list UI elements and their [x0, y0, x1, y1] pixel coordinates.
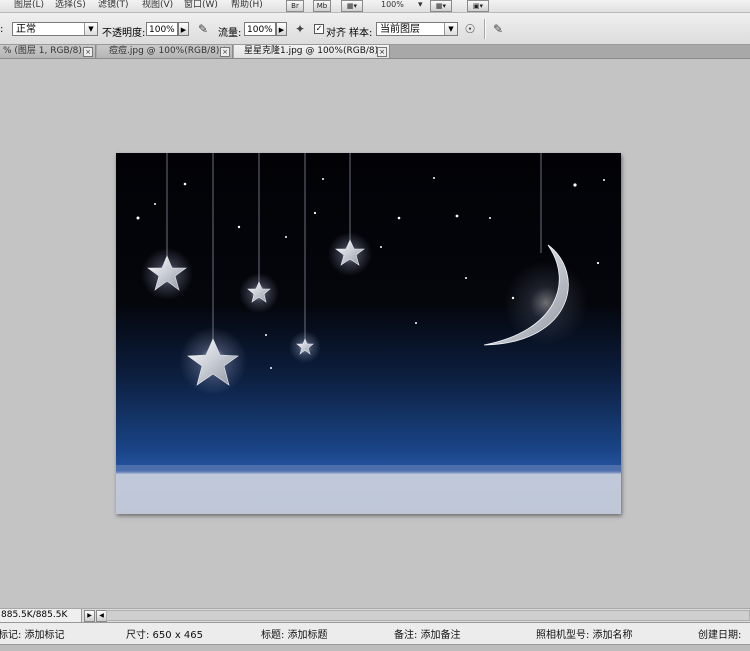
menu-bar: 图层(L) 选择(S) 滤镜(T) 视图(V) 窗口(W) 帮助(H) Br M…	[0, 0, 750, 13]
opacity-slider-button[interactable]: ▶	[178, 22, 189, 36]
menu-layer[interactable]: 图层(L)	[14, 0, 44, 10]
tab-label: 痘痘.jpg @ 100%(RGB/8) *	[109, 46, 227, 56]
info-menu-button[interactable]: ▶	[84, 610, 95, 622]
tab-pimple-document[interactable]: 痘痘.jpg @ 100%(RGB/8) * ×	[97, 45, 233, 58]
flow-label: 流量:	[218, 28, 242, 39]
status-size: 尺寸: 650 x 465	[126, 630, 203, 641]
mode-select[interactable]: 正常 ▼	[12, 22, 98, 36]
mode-value: 正常	[16, 24, 36, 35]
opacity-label: 不透明度:	[102, 28, 146, 39]
tab-label: 星星克隆1.jpg @ 100%(RGB/8)	[244, 46, 379, 56]
menu-filter[interactable]: 滤镜(T)	[98, 0, 129, 10]
tab-label: % (图层 1, RGB/8) *	[3, 46, 90, 56]
sample-value: 当前图层	[380, 24, 420, 35]
close-icon[interactable]: ×	[377, 47, 387, 57]
status-bar-edge	[0, 644, 750, 651]
status-mark[interactable]: 标记: 添加标记	[0, 626, 65, 641]
ignore-adjustment-layers-icon[interactable]: ☉	[462, 21, 478, 37]
tab-layer-document[interactable]: % (图层 1, RGB/8) * ×	[0, 45, 96, 58]
chevron-down-icon: ▼	[444, 23, 457, 35]
zoom-level[interactable]: 100%	[381, 0, 404, 10]
chevron-down-icon: ▼	[84, 23, 97, 35]
status-title[interactable]: 标题: 添加标题	[261, 626, 328, 641]
horizontal-scrollbar[interactable]	[106, 610, 750, 621]
document-tab-bar: % (图层 1, RGB/8) * × 痘痘.jpg @ 100%(RGB/8)…	[0, 45, 750, 59]
sample-label: 样本:	[349, 28, 373, 39]
tool-options-bar: : 正常 ▼ 不透明度: 100% ▶ ✎ 流量: 100% ▶ ✦ ✓ 对齐 …	[0, 13, 750, 45]
metadata-status-bar: 标记: 添加标记 尺寸: 650 x 465 标题: 添加标题 备注: 添加备注…	[0, 622, 750, 651]
menu-help[interactable]: 帮助(H)	[231, 0, 263, 10]
bridge-button[interactable]: Br	[286, 0, 304, 12]
document-canvas[interactable]	[116, 153, 621, 514]
toolbar-divider	[484, 19, 486, 39]
screen-mode-button[interactable]: ▣▾	[467, 0, 489, 12]
status-note[interactable]: 备注: 添加备注	[394, 626, 461, 641]
view-extras-button[interactable]: ▦▾	[341, 0, 363, 12]
close-icon[interactable]: ×	[220, 47, 230, 57]
status-camera[interactable]: 照相机型号: 添加名称	[536, 626, 633, 641]
align-label: 对齐	[326, 28, 346, 39]
document-size[interactable]: 885.5K/885.5K	[0, 609, 82, 622]
align-checkbox[interactable]: ✓	[314, 24, 324, 34]
night-sky-image	[116, 153, 621, 514]
sample-select[interactable]: 当前图层 ▼	[376, 22, 458, 36]
mode-label-fragment: :	[0, 24, 4, 35]
airbrush-icon[interactable]: ✦	[292, 21, 308, 37]
flow-slider-button[interactable]: ▶	[276, 22, 287, 36]
pressure-opacity-icon[interactable]: ✎	[195, 21, 211, 37]
menu-select[interactable]: 选择(S)	[55, 0, 86, 10]
tab-star-clone-document[interactable]: 星星克隆1.jpg @ 100%(RGB/8) ×	[234, 45, 390, 58]
zoom-dropdown-icon[interactable]: ▾	[418, 0, 423, 10]
mini-bridge-button[interactable]: Mb	[313, 0, 331, 12]
opacity-input[interactable]: 100%	[146, 22, 178, 36]
flow-input[interactable]: 100%	[244, 22, 276, 36]
close-icon[interactable]: ×	[83, 47, 93, 57]
document-info-bar: 885.5K/885.5K ▶ ◀	[0, 608, 750, 622]
pressure-size-icon[interactable]: ✎	[490, 21, 506, 37]
menu-view[interactable]: 视图(V)	[142, 0, 173, 10]
menu-window[interactable]: 窗口(W)	[184, 0, 218, 10]
arrange-documents-button[interactable]: ▦▾	[430, 0, 452, 12]
status-created: 创建日期:	[698, 630, 742, 641]
